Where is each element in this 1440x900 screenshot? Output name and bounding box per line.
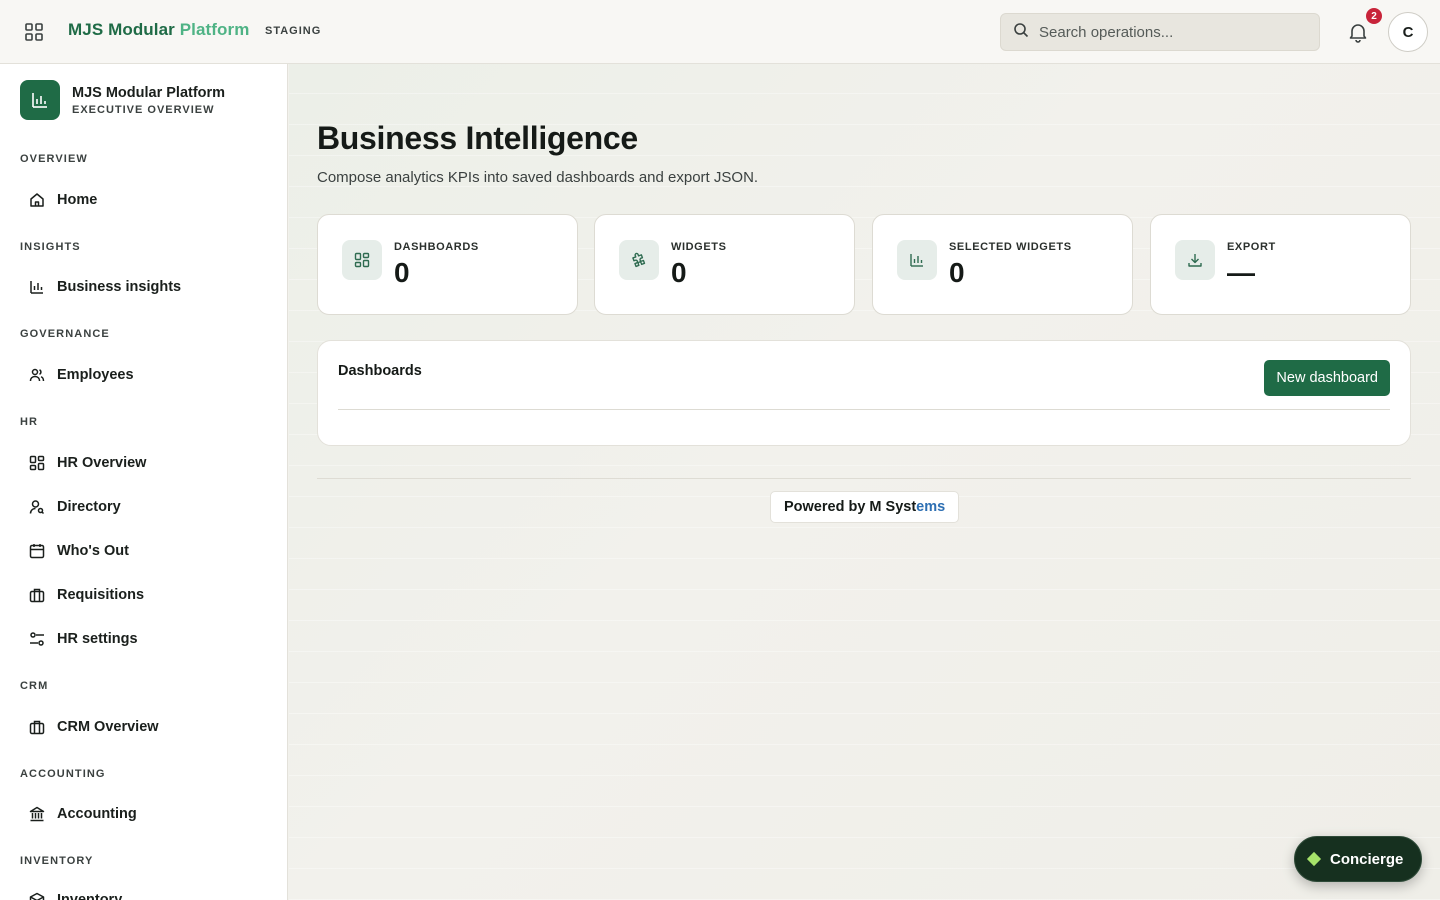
sidebar-item-accounting[interactable]: Accounting — [22, 796, 268, 832]
section-governance: GOVERNANCE — [20, 328, 110, 340]
environment-tag: STAGING — [265, 25, 322, 37]
user-avatar[interactable]: C — [1388, 12, 1428, 52]
section-crm: CRM — [20, 680, 49, 692]
section-accounting: ACCOUNTING — [20, 768, 106, 780]
calendar-icon — [28, 542, 46, 560]
kpi-label: WIDGETS — [671, 241, 727, 253]
sidebar-item-label: HR settings — [57, 631, 138, 647]
kpi-card-export: EXPORT — — [1150, 214, 1411, 315]
puzzle-icon — [619, 240, 659, 280]
powered-by-badge[interactable]: Powered by M Syst ems — [770, 491, 960, 523]
kpi-value: — — [1227, 257, 1255, 288]
sidebar-item-label: HR Overview — [57, 455, 147, 471]
sidebar-item-whos-out[interactable]: Who's Out — [22, 533, 268, 569]
sidebar-item-label: Inventory — [57, 892, 123, 900]
workspace-header[interactable]: MJS Modular Platform EXECUTIVE OVERVIEW — [20, 80, 225, 120]
diamond-icon — [1306, 851, 1322, 867]
kpi-value: 0 — [671, 257, 687, 288]
kpi-label: EXPORT — [1227, 241, 1276, 253]
panel-title: Dashboards — [338, 363, 422, 379]
kpi-label: DASHBOARDS — [394, 241, 479, 253]
grid-icon — [28, 454, 46, 472]
brand-accent: Platform — [179, 20, 250, 39]
sidebar-item-label: Who's Out — [57, 543, 129, 559]
sidebar-item-label: Requisitions — [57, 587, 145, 603]
apps-grid-icon[interactable] — [22, 20, 46, 44]
bank-icon — [28, 805, 46, 823]
box-icon — [28, 891, 46, 900]
sidebar-item-home[interactable]: Home — [22, 182, 268, 218]
briefcase-icon — [28, 718, 46, 736]
concierge-label: Concierge — [1330, 850, 1404, 868]
main-content: Business Intelligence Compose analytics … — [289, 64, 1440, 900]
home-icon — [28, 191, 46, 209]
panel-divider — [338, 409, 1390, 410]
sidebar-item-label: Accounting — [57, 806, 137, 822]
notification-badge: 2 — [1366, 8, 1382, 24]
notifications-bell-icon[interactable] — [1346, 20, 1370, 44]
background-pattern — [289, 64, 1440, 900]
section-hr: HR — [20, 416, 39, 428]
sidebar-item-crm-overview[interactable]: CRM Overview — [22, 709, 268, 745]
kpi-value: 0 — [949, 257, 965, 288]
section-inventory: INVENTORY — [20, 855, 94, 867]
user-search-icon — [28, 498, 46, 516]
users-icon — [28, 366, 46, 384]
grid-icon — [342, 240, 382, 280]
sidebar-item-business-insights[interactable]: Business insights — [22, 269, 268, 305]
sliders-icon — [28, 630, 46, 648]
download-icon — [1175, 240, 1215, 280]
sidebar-item-label: CRM Overview — [57, 719, 159, 735]
brand-title[interactable]: MJS Modular Platform — [68, 20, 249, 40]
top-bar: MJS Modular Platform STAGING 2 C — [0, 0, 1440, 64]
page-subtitle: Compose analytics KPIs into saved dashbo… — [317, 169, 759, 186]
section-insights: INSIGHTS — [20, 241, 81, 253]
workspace-title: MJS Modular Platform — [72, 84, 226, 101]
bar-chart-icon — [28, 278, 46, 296]
powered-by-tail: ems — [916, 499, 946, 515]
sidebar-item-label: Business insights — [57, 279, 182, 295]
kpi-card-selected-widgets: SELECTED WIDGETS 0 — [872, 214, 1133, 315]
new-dashboard-button[interactable]: New dashboard — [1264, 360, 1390, 396]
kpi-card-dashboards: DASHBOARDS 0 — [317, 214, 578, 315]
dashboards-panel: Dashboards New dashboard — [317, 340, 1411, 446]
sidebar-item-directory[interactable]: Directory — [22, 489, 268, 525]
footer-divider — [317, 478, 1411, 479]
kpi-label: SELECTED WIDGETS — [949, 241, 1072, 253]
sidebar-item-hr-settings[interactable]: HR settings — [22, 621, 268, 657]
sidebar: MJS Modular Platform EXECUTIVE OVERVIEW … — [0, 64, 288, 900]
brand-main: MJS Modular — [68, 20, 180, 39]
page-title: Business Intelligence — [317, 120, 638, 156]
workspace-logo-icon — [20, 80, 60, 120]
section-overview: OVERVIEW — [20, 153, 88, 165]
kpi-value: 0 — [394, 257, 410, 288]
search-box[interactable] — [1000, 13, 1320, 51]
sidebar-item-label: Directory — [57, 499, 121, 515]
search-input[interactable] — [1039, 23, 1299, 41]
workspace-subtitle: EXECUTIVE OVERVIEW — [72, 103, 215, 116]
sidebar-item-label: Home — [57, 192, 98, 208]
sidebar-item-hr-overview[interactable]: HR Overview — [22, 445, 268, 481]
powered-by-text: Powered by M Syst — [784, 499, 917, 515]
briefcase-icon — [28, 586, 46, 604]
search-icon — [1013, 22, 1029, 43]
sidebar-item-label: Employees — [57, 367, 134, 383]
sidebar-item-employees[interactable]: Employees — [22, 357, 268, 393]
kpi-card-widgets: WIDGETS 0 — [594, 214, 855, 315]
sidebar-item-requisitions[interactable]: Requisitions — [22, 577, 268, 613]
bar-chart-icon — [897, 240, 937, 280]
concierge-button[interactable]: Concierge — [1294, 836, 1422, 882]
sidebar-item-inventory[interactable]: Inventory — [22, 882, 268, 900]
